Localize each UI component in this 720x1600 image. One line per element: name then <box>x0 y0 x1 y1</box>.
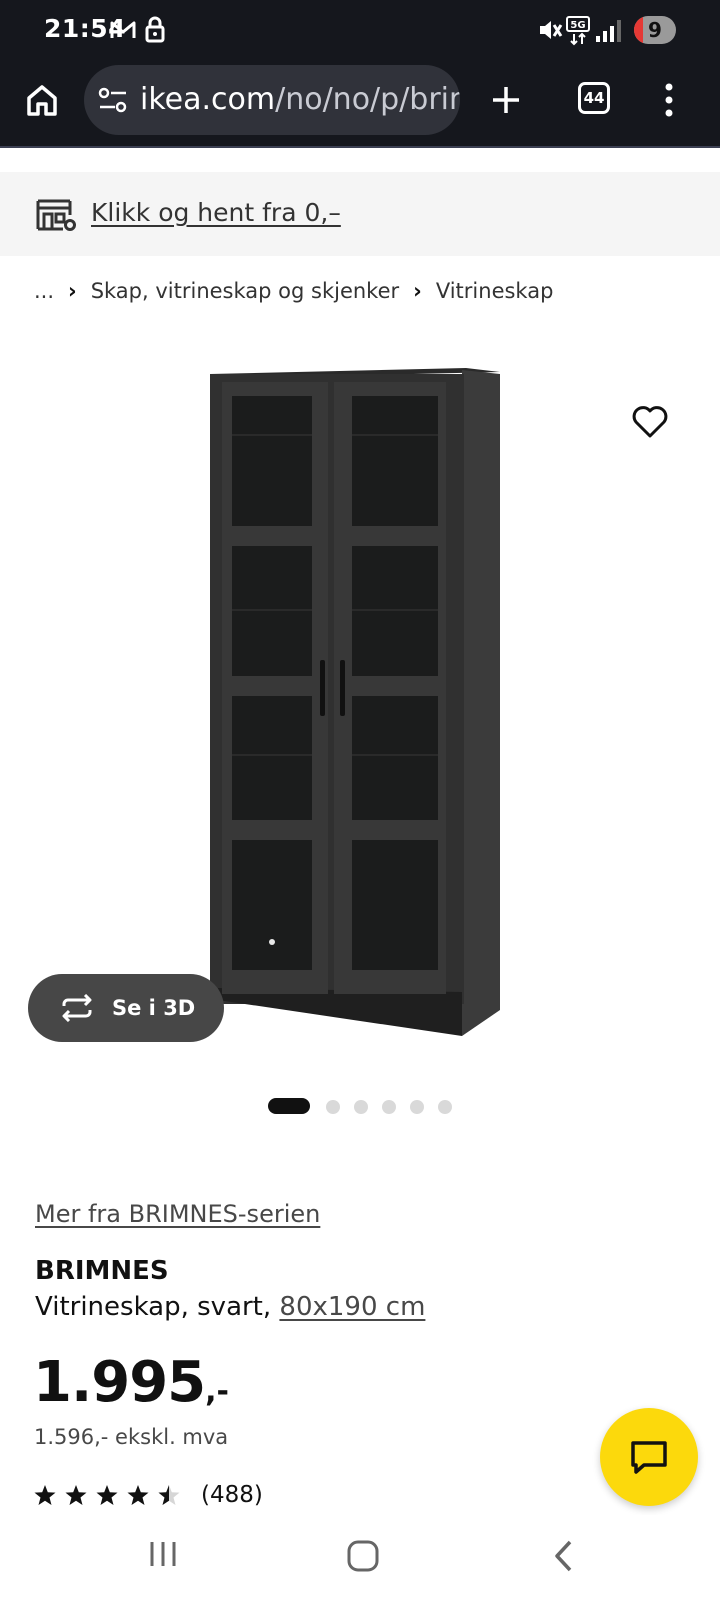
series-link[interactable]: Mer fra BRIMNES-serien <box>35 1200 320 1228</box>
url-path: /no/no/p/brim <box>275 82 460 117</box>
mute-icon <box>540 21 563 39</box>
tab-switcher-button[interactable]: 44 <box>578 82 610 114</box>
breadcrumb: ... › Skap, vitrineskap og skjenker › Vitrin… <box>34 279 553 303</box>
svg-text:5G: 5G <box>570 20 585 31</box>
price-suffix: ,- <box>205 1374 229 1409</box>
rating[interactable]: (488) <box>34 1482 263 1510</box>
menu-icon[interactable] <box>664 82 674 118</box>
signal-icon <box>596 20 621 42</box>
view-in-3d-label: Se i 3D <box>112 996 196 1020</box>
chevron-right-icon: › <box>68 279 77 303</box>
home-icon[interactable] <box>24 82 60 118</box>
browser-toolbar: ikea.com/no/no/p/brim 44 <box>0 60 720 148</box>
product-size-link[interactable]: 80x190 cm <box>279 1292 425 1322</box>
back-icon[interactable] <box>552 1539 576 1573</box>
gallery-dot[interactable] <box>410 1100 424 1114</box>
rotate-3d-icon <box>62 994 92 1022</box>
rating-stars <box>34 1485 180 1505</box>
gmail-icon <box>110 21 136 38</box>
click-collect-link[interactable]: Klikk og hent fra 0,– <box>91 198 341 227</box>
5g-icon: 5G <box>566 16 590 46</box>
store-pickup-icon <box>36 199 76 231</box>
chat-button[interactable] <box>600 1408 698 1506</box>
product-name: BRIMNES <box>35 1256 169 1286</box>
new-tab-icon[interactable] <box>490 84 522 116</box>
star-icon <box>34 1485 56 1505</box>
gallery-dot[interactable] <box>438 1100 452 1114</box>
product-price: 1.995,- <box>33 1350 229 1415</box>
url-bar[interactable]: ikea.com/no/no/p/brim <box>84 65 460 135</box>
breadcrumb-item[interactable]: ... <box>34 279 54 303</box>
url-host: ikea.com <box>140 82 276 117</box>
home-nav-icon[interactable] <box>346 1539 380 1573</box>
site-settings-icon[interactable] <box>98 87 128 113</box>
product-description: Vitrineskap, svart, 80x190 cm <box>35 1292 425 1322</box>
rating-count[interactable]: (488) <box>201 1482 263 1508</box>
gallery-dot-active[interactable] <box>268 1098 310 1114</box>
lock-icon <box>145 16 165 43</box>
product-description-text: Vitrineskap, svart, <box>35 1292 280 1322</box>
click-collect-banner[interactable]: Klikk og hent fra 0,– <box>0 172 720 256</box>
view-in-3d-button[interactable]: Se i 3D <box>28 974 224 1042</box>
gallery-dot[interactable] <box>382 1100 396 1114</box>
price-main: 1.995 <box>33 1350 206 1415</box>
star-icon <box>65 1485 87 1505</box>
toolbar-divider <box>0 146 720 148</box>
star-icon <box>96 1485 118 1505</box>
breadcrumb-item[interactable]: Skap, vitrineskap og skjenker <box>91 279 399 303</box>
gallery-dot[interactable] <box>354 1100 368 1114</box>
breadcrumb-item[interactable]: Vitrineskap <box>436 279 554 303</box>
notification-badge: 9 <box>634 16 676 44</box>
url-text[interactable]: ikea.com/no/no/p/brim <box>140 82 460 117</box>
recent-apps-icon[interactable] <box>148 1539 178 1569</box>
star-icon <box>127 1485 149 1505</box>
product-image[interactable] <box>204 360 514 1060</box>
status-bar: 21:54 5G 9 <box>0 0 720 60</box>
notification-count: 9 <box>648 18 662 42</box>
system-nav-bar <box>0 1515 720 1600</box>
gallery-dot[interactable] <box>326 1100 340 1114</box>
favorite-heart-icon[interactable] <box>632 404 668 440</box>
chevron-right-icon: › <box>413 279 422 303</box>
price-excl-vat: 1.596,- ekskl. mva <box>34 1425 229 1449</box>
chat-icon <box>631 1441 667 1474</box>
